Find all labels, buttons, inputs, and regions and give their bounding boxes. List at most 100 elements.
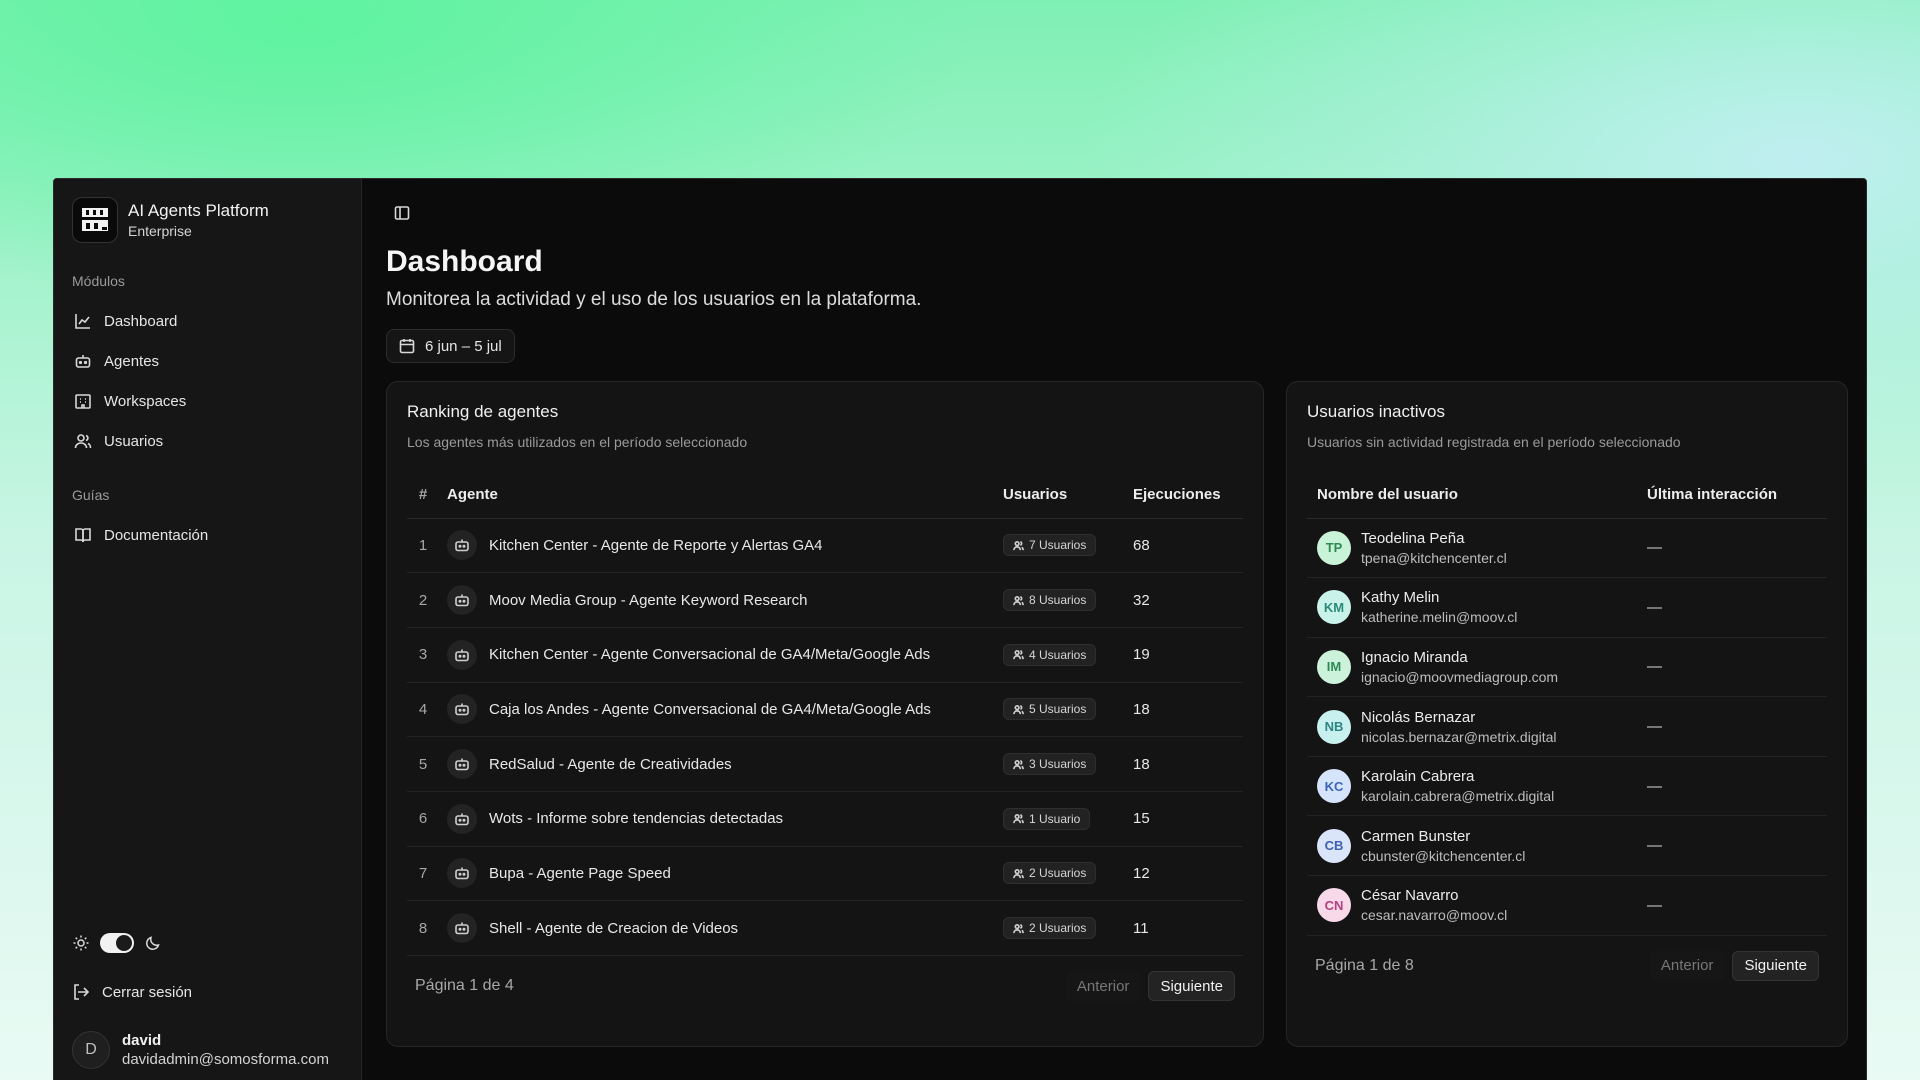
users-icon <box>1013 650 1024 660</box>
table-row[interactable]: 8 Shell - Agente de Creacion de Videos 2 U… <box>407 900 1243 956</box>
previous-button[interactable]: Anterior <box>1065 971 1141 1001</box>
inactive-table: Nombre del usuario Última interacción TP… <box>1307 472 1827 936</box>
avatar: KM <box>1317 590 1351 625</box>
logout-button[interactable]: Cerrar sesión <box>72 972 343 1012</box>
bot-icon <box>447 913 477 944</box>
table-row[interactable]: 6 Wots - Informe sobre tendencias detecta… <box>407 791 1243 847</box>
table-row[interactable]: 4 Caja los Andes - Agente Conversacional … <box>407 682 1243 738</box>
user-name: Kathy Melin <box>1361 589 1440 607</box>
sidebar-item-dashboard[interactable]: Dashboard <box>72 301 343 341</box>
user-email: ignacio@moovmediagroup.com <box>1361 668 1559 685</box>
toggle-sidebar-button[interactable] <box>390 201 414 225</box>
avatar: KC <box>1317 769 1351 804</box>
agent-name[interactable]: Bupa - Agente Page Speed <box>489 865 671 882</box>
col-user-name: Nombre del usuario <box>1307 472 1647 519</box>
runs-count: 32 <box>1133 572 1243 628</box>
ranking-card: Ranking de agentes Los agentes más utili… <box>386 381 1264 1047</box>
rank-number: 8 <box>407 900 439 956</box>
main-content: Dashboard Monitorea la actividad y el us… <box>362 179 1866 1080</box>
table-row[interactable]: 5 RedSalud - Agente de Creatividades 3 Usu… <box>407 736 1243 792</box>
table-row[interactable]: NB Nicolás Bernazar nicolas.bernazar@metri… <box>1307 696 1827 757</box>
users-icon <box>1013 595 1024 605</box>
runs-count: 18 <box>1133 682 1243 738</box>
table-row[interactable]: 7 Bupa - Agente Page Speed 2 Usuarios 12 <box>407 846 1243 902</box>
page-indicator: Página 1 de 4 <box>415 977 514 994</box>
brand-subtitle: Enterprise <box>128 223 192 239</box>
agent-name[interactable]: Kitchen Center - Agente de Reporte y Ale… <box>489 537 823 554</box>
runs-count: 19 <box>1133 627 1243 683</box>
last-interaction: — <box>1647 637 1827 698</box>
runs-count: 18 <box>1133 736 1243 792</box>
sidebar-item-agentes[interactable]: Agentes <box>72 341 343 381</box>
table-row[interactable]: TP Teodelina Peña tpena@kitchencenter.cl — <box>1307 518 1827 579</box>
users-icon <box>1013 540 1024 550</box>
modules-label: Módulos <box>72 273 125 289</box>
bot-icon <box>447 858 477 889</box>
user-name: Ignacio Miranda <box>1361 648 1468 666</box>
table-row[interactable]: CN César Navarro cesar.navarro@moov.cl — <box>1307 875 1827 936</box>
avatar: CB <box>1317 828 1351 863</box>
agent-name[interactable]: Wots - Informe sobre tendencias detectad… <box>489 810 783 827</box>
date-range-picker[interactable]: 6 jun – 5 jul <box>386 329 515 363</box>
agent-name[interactable]: RedSalud - Agente de Creatividades <box>489 756 732 773</box>
users-badge: 8 Usuarios <box>1003 589 1097 612</box>
inactive-pager: Página 1 de 8 Anterior Siguiente <box>1307 936 1827 996</box>
users-icon <box>1013 868 1024 879</box>
user-email: cbunster@kitchencenter.cl <box>1361 847 1526 864</box>
sidebar-item-documentacion[interactable]: Documentación <box>72 515 343 555</box>
user-profile[interactable]: D david davidadmin@somosforma.com <box>72 1020 343 1080</box>
users-icon <box>74 434 92 449</box>
previous-button[interactable]: Anterior <box>1649 950 1725 981</box>
sidebar-item-usuarios[interactable]: Usuarios <box>72 421 343 461</box>
user-email: nicolas.bernazar@metrix.digital <box>1361 728 1557 745</box>
page-title: Dashboard <box>386 245 543 278</box>
users-badge: 3 Usuarios <box>1003 753 1097 776</box>
users-badge: 1 Usuario <box>1003 807 1091 830</box>
calendar-icon <box>399 339 415 354</box>
user-email: karolain.cabrera@metrix.digital <box>1361 788 1555 805</box>
bot-icon <box>447 749 477 780</box>
agent-name[interactable]: Caja los Andes - Agente Conversacional d… <box>489 701 931 718</box>
table-row[interactable]: 2 Moov Media Group - Agente Keyword Resea… <box>407 572 1243 628</box>
avatar: IM <box>1317 649 1351 684</box>
col-runs: Ejecuciones <box>1133 472 1243 519</box>
users-count: 2 Usuarios <box>1029 921 1087 936</box>
users-count: 3 Usuarios <box>1029 757 1087 772</box>
users-count: 5 Usuarios <box>1029 702 1087 717</box>
sidebar-item-label: Dashboard <box>104 312 178 330</box>
table-row[interactable]: CB Carmen Bunster cbunster@kitchencenter.c… <box>1307 815 1827 877</box>
user-email: cesar.navarro@moov.cl <box>1361 907 1508 924</box>
next-button[interactable]: Siguiente <box>1148 971 1235 1001</box>
ranking-subtitle: Los agentes más utilizados en el período… <box>407 434 748 450</box>
avatar: CN <box>1317 888 1351 923</box>
table-row[interactable]: KM Kathy Melin katherine.melin@moov.cl — <box>1307 577 1827 638</box>
users-badge: 2 Usuarios <box>1003 862 1097 885</box>
last-interaction: — <box>1647 815 1827 877</box>
brand[interactable]: AI Agents Platform Enterprise <box>72 193 343 247</box>
chart-icon <box>75 314 90 329</box>
col-last-interaction: Última interacción <box>1647 472 1827 519</box>
table-row[interactable]: 3 Kitchen Center - Agente Conversacional … <box>407 627 1243 683</box>
user-name: César Navarro <box>1361 887 1459 905</box>
rank-number: 7 <box>407 846 439 902</box>
next-button[interactable]: Siguiente <box>1732 950 1819 981</box>
table-row[interactable]: 1 Kitchen Center - Agente de Reporte y Al… <box>407 518 1243 574</box>
runs-count: 12 <box>1133 846 1243 902</box>
table-row[interactable]: KC Karolain Cabrera karolain.cabrera@metri… <box>1307 756 1827 817</box>
cards: Ranking de agentes Los agentes más utili… <box>386 381 1848 1047</box>
agent-name[interactable]: Shell - Agente de Creacion de Videos <box>489 920 738 937</box>
sidebar-bottom: Cerrar sesión D david davidadmin@somosfo… <box>72 928 343 1080</box>
users-icon <box>1013 814 1024 824</box>
table-row[interactable]: IM Ignacio Miranda ignacio@moovmediagroup.… <box>1307 637 1827 698</box>
user-name: david <box>122 1032 162 1049</box>
users-count: 1 Usuario <box>1029 811 1081 826</box>
agent-name[interactable]: Moov Media Group - Agente Keyword Resear… <box>489 592 808 609</box>
agent-name[interactable]: Kitchen Center - Agente Conversacional d… <box>489 646 930 663</box>
users-count: 8 Usuarios <box>1029 593 1087 608</box>
sidebar-item-workspaces[interactable]: Workspaces <box>72 381 343 421</box>
last-interaction: — <box>1647 875 1827 936</box>
theme-switcher <box>72 928 343 958</box>
theme-toggle[interactable] <box>100 933 134 953</box>
col-num: # <box>407 472 439 519</box>
sidebar-toggle-icon <box>394 206 410 220</box>
